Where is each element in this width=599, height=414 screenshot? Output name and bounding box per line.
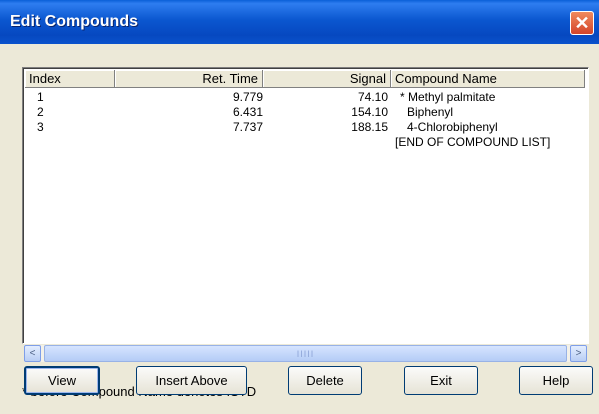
scrollbar-thumb[interactable]: IIIII (44, 345, 567, 362)
view-button[interactable]: View (24, 366, 100, 395)
column-header-index[interactable]: Index (25, 70, 115, 88)
cell-compound-name: 4-Chlorobiphenyl (407, 120, 498, 134)
end-of-list-marker: [END OF COMPOUND LIST] (395, 135, 551, 149)
cell-ret-time: 6.431 (232, 105, 263, 119)
cell-index: 1 (37, 90, 44, 104)
cell-compound-name: * Methyl palmitate (400, 90, 496, 104)
cell-index: 2 (37, 105, 44, 119)
table-row[interactable]: 2 6.431 154.10 Biphenyl (25, 105, 585, 120)
cell-ret-time: 7.737 (232, 120, 263, 134)
dialog-body: Index Ret. Time Signal Compound Name 1 9… (0, 44, 599, 414)
scroll-right-button[interactable]: > (570, 345, 587, 362)
cell-signal: 154.10 (351, 105, 388, 119)
help-button[interactable]: Help (519, 366, 593, 395)
table-row[interactable]: 1 9.779 74.10 * Methyl palmitate (25, 90, 585, 105)
chevron-right-icon: > (575, 348, 582, 359)
delete-button[interactable]: Delete (288, 366, 362, 395)
chevron-left-icon: < (29, 348, 36, 359)
column-header-ret-time[interactable]: Ret. Time (115, 70, 263, 88)
exit-button[interactable]: Exit (404, 366, 478, 395)
column-header-compound-name[interactable]: Compound Name (391, 70, 585, 88)
compound-list[interactable]: Index Ret. Time Signal Compound Name 1 9… (22, 67, 589, 344)
cell-ret-time: 9.779 (232, 90, 263, 104)
list-rows: 1 9.779 74.10 * Methyl palmitate 2 6.431… (25, 90, 585, 150)
title-bar: Edit Compounds ✕ (0, 0, 599, 44)
cell-signal: 188.15 (351, 120, 388, 134)
insert-above-button[interactable]: Insert Above (136, 366, 247, 395)
cell-signal: 74.10 (357, 90, 388, 104)
close-button[interactable]: ✕ (570, 11, 594, 35)
horizontal-scrollbar[interactable]: < IIIII > (24, 345, 587, 362)
list-end-marker-row[interactable]: [END OF COMPOUND LIST] (25, 135, 585, 150)
scroll-left-button[interactable]: < (24, 345, 41, 362)
grip-icon: IIIII (296, 348, 315, 359)
cell-index: 3 (37, 120, 44, 134)
table-row[interactable]: 3 7.737 188.15 4-Chlorobiphenyl (25, 120, 585, 135)
list-header: Index Ret. Time Signal Compound Name (25, 70, 585, 88)
cell-compound-name: Biphenyl (407, 105, 454, 119)
close-icon: ✕ (574, 13, 590, 33)
column-header-signal[interactable]: Signal (263, 70, 391, 88)
window-title: Edit Compounds (10, 13, 138, 30)
